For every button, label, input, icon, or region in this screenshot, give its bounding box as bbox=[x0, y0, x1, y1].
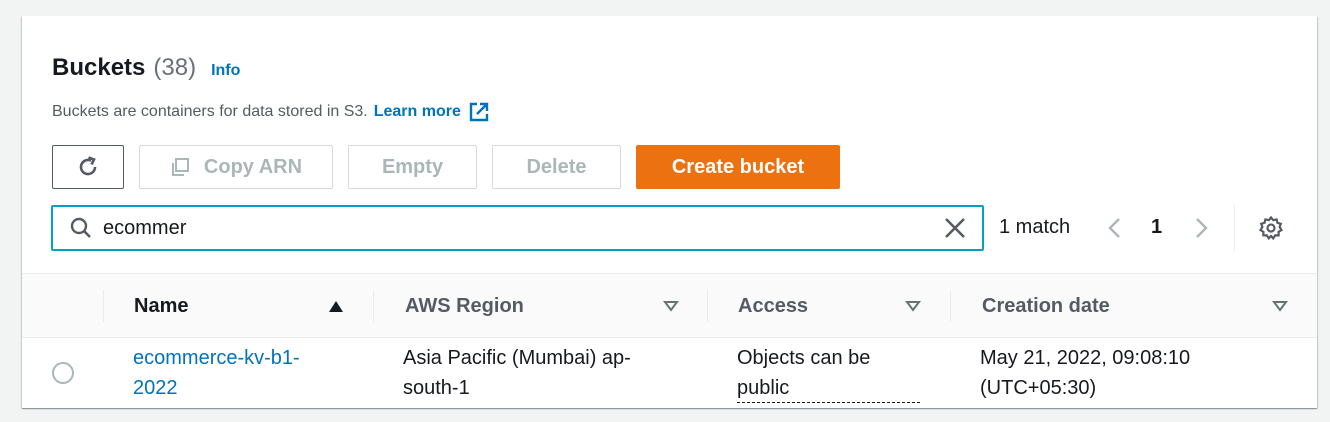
copy-arn-button[interactable]: Copy ARN bbox=[139, 145, 333, 189]
column-separator bbox=[373, 290, 374, 322]
column-label-creation-date: Creation date bbox=[982, 294, 1110, 317]
table-header: Name AWS Region Access Creation date bbox=[22, 273, 1317, 338]
page-number[interactable]: 1 bbox=[1151, 216, 1162, 239]
clear-icon[interactable] bbox=[942, 215, 968, 241]
chevron-left-icon[interactable] bbox=[1104, 215, 1124, 241]
access-underline: public bbox=[737, 373, 920, 403]
refresh-button[interactable] bbox=[52, 145, 124, 189]
column-separator bbox=[707, 290, 708, 322]
sort-icon[interactable] bbox=[905, 300, 921, 312]
column-label-name: Name bbox=[134, 294, 189, 317]
buckets-panel: Buckets (38) Info Buckets are containers… bbox=[22, 16, 1317, 408]
search-field[interactable] bbox=[51, 205, 984, 251]
page-description: Buckets are containers for data stored i… bbox=[52, 101, 490, 123]
bucket-name-link[interactable]: ecommerce-kv-b1- bbox=[133, 343, 363, 373]
page-title-text: Buckets bbox=[52, 54, 146, 81]
bucket-name-cell[interactable]: ecommerce-kv-b1- 2022 bbox=[133, 343, 363, 403]
column-label-region: AWS Region bbox=[405, 294, 524, 317]
pagination-divider bbox=[1234, 205, 1235, 251]
bucket-count: (38) bbox=[153, 54, 197, 81]
creation-date-cell: May 21, 2022, 09:08:10 (UTC+05:30) bbox=[980, 343, 1280, 403]
region-text-continued: south-1 bbox=[403, 377, 470, 399]
search-input[interactable] bbox=[103, 216, 942, 240]
column-header-name[interactable]: Name bbox=[134, 274, 344, 338]
column-header-access[interactable]: Access bbox=[738, 274, 888, 338]
learn-more-link[interactable]: Learn more bbox=[374, 103, 461, 121]
column-header-region[interactable]: AWS Region bbox=[405, 274, 655, 338]
empty-label: Empty bbox=[381, 155, 444, 178]
bucket-name-link-continued[interactable]: 2022 bbox=[133, 373, 363, 403]
delete-label: Delete bbox=[526, 155, 587, 178]
region-cell: Asia Pacific (Mumbai) ap- south-1 bbox=[403, 343, 693, 403]
gear-icon[interactable] bbox=[1258, 215, 1284, 241]
copy-arn-label: Copy ARN bbox=[203, 155, 303, 178]
copy-icon bbox=[171, 158, 189, 176]
delete-button[interactable]: Delete bbox=[492, 145, 621, 189]
region-text: Asia Pacific (Mumbai) ap- bbox=[403, 347, 631, 369]
sort-icon[interactable] bbox=[663, 300, 679, 312]
create-bucket-button[interactable]: Create bucket bbox=[636, 145, 840, 189]
column-header-creation-date[interactable]: Creation date bbox=[982, 274, 1232, 338]
info-link[interactable]: Info bbox=[211, 62, 240, 80]
access-text-continued[interactable]: public bbox=[737, 377, 789, 399]
access-text[interactable]: Objects can be bbox=[737, 343, 922, 373]
refresh-icon bbox=[79, 156, 97, 176]
chevron-right-icon[interactable] bbox=[1192, 215, 1212, 241]
page-title: Buckets (38) Info bbox=[52, 54, 240, 82]
row-select-radio[interactable] bbox=[52, 362, 74, 384]
creation-date-timezone: (UTC+05:30) bbox=[980, 377, 1097, 399]
creation-date-text: May 21, 2022, 09:08:10 bbox=[980, 347, 1191, 369]
access-cell[interactable]: Objects can be public bbox=[737, 343, 922, 403]
search-icon bbox=[70, 217, 91, 238]
table-row: ecommerce-kv-b1- 2022 Asia Pacific (Mumb… bbox=[22, 338, 1317, 408]
external-link-icon[interactable] bbox=[468, 101, 490, 123]
empty-button[interactable]: Empty bbox=[348, 145, 477, 189]
column-separator bbox=[103, 290, 104, 322]
column-label-access: Access bbox=[738, 294, 809, 317]
create-bucket-label: Create bucket bbox=[671, 155, 805, 178]
sort-icon[interactable] bbox=[1272, 300, 1288, 312]
match-count: 1 match bbox=[999, 216, 1071, 238]
description-text: Buckets are containers for data stored i… bbox=[52, 103, 368, 120]
sort-ascending-icon[interactable] bbox=[328, 299, 344, 313]
column-separator bbox=[950, 290, 951, 322]
